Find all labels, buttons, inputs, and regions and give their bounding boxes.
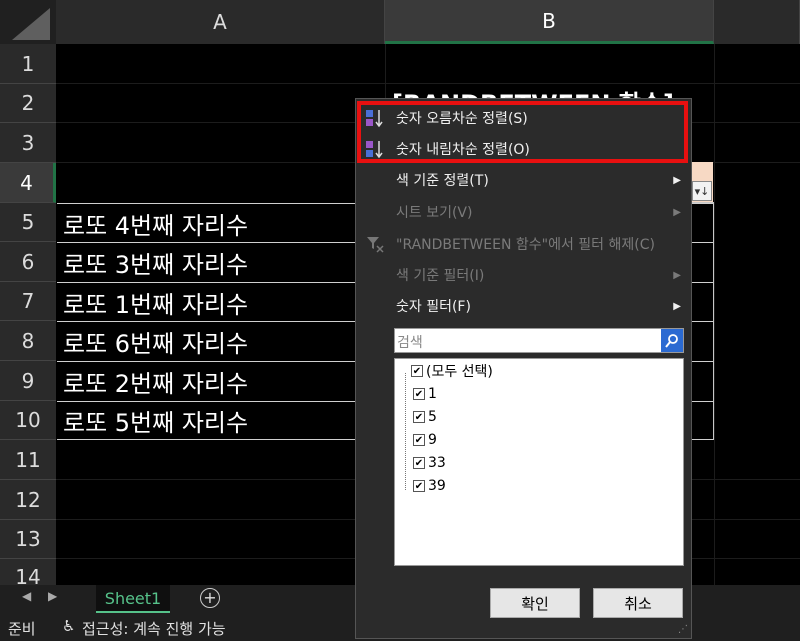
row-header-12[interactable]: 12 — [0, 480, 56, 520]
row-header-8[interactable]: 8 — [0, 321, 56, 361]
row-header-3[interactable]: 3 — [0, 123, 56, 163]
row-header-6[interactable]: 6 — [0, 242, 56, 282]
column-header-a[interactable]: A — [56, 0, 385, 44]
prev-sheet-icon[interactable]: ◀ — [22, 589, 31, 603]
row-header-2[interactable]: 2 — [0, 84, 56, 123]
checkbox-checked-icon[interactable]: ✔ — [413, 434, 425, 446]
checkbox-checked-icon[interactable]: ✔ — [411, 365, 423, 377]
checkbox-checked-icon[interactable]: ✔ — [413, 411, 425, 423]
submenu-arrow-icon: ▶ — [673, 206, 681, 218]
cancel-button[interactable]: 취소 — [593, 588, 683, 618]
row-header-9[interactable]: 9 — [0, 361, 56, 401]
list-item[interactable]: ✔ 33 — [413, 453, 446, 473]
row-header-14[interactable]: 14 — [0, 559, 56, 585]
add-sheet-icon[interactable]: + — [200, 588, 220, 608]
sheet-tab-sheet1[interactable]: Sheet1 — [96, 585, 170, 613]
highlight-box — [357, 101, 688, 163]
row-header-13[interactable]: 13 — [0, 520, 56, 559]
menu-filter-by-color: 색 기준 필터(I) ▶ — [396, 268, 681, 284]
submenu-arrow-icon: ▶ — [673, 174, 681, 186]
column-header-b[interactable]: B — [385, 0, 714, 44]
row-header-10[interactable]: 10 — [0, 401, 56, 440]
accessibility-icon[interactable]: ♿ — [62, 617, 80, 635]
checkbox-checked-icon[interactable]: ✔ — [413, 388, 425, 400]
list-item[interactable]: ✔ 39 — [413, 476, 446, 496]
menu-number-filter[interactable]: 숫자 필터(F) ▶ — [356, 291, 691, 321]
row-header-1[interactable]: 1 — [0, 44, 56, 84]
list-item[interactable]: ✔ (모두 선택) — [411, 361, 493, 381]
autofilter-menu: 숫자 오름차순 정렬(S) 숫자 내림차순 정렬(O) 색 기준 정렬(T) ▶… — [355, 98, 692, 639]
list-item[interactable]: ✔ 1 — [413, 384, 437, 404]
column-header-c[interactable] — [714, 0, 800, 44]
menu-sort-by-color[interactable]: 색 기준 정렬(T) ▶ — [356, 165, 691, 195]
row-header-4[interactable]: 4 — [0, 163, 56, 203]
menu-sheet-view: 시트 보기(V) ▶ — [396, 205, 681, 221]
row-header-5[interactable]: 5 — [0, 203, 56, 242]
row-header-11[interactable]: 11 — [0, 440, 56, 480]
submenu-arrow-icon: ▶ — [673, 300, 681, 312]
sort-filter-icon: ▾↓ — [694, 184, 710, 198]
filter-value-list: ✔ (모두 선택) ✔ 1 ✔ 5 ✔ 9 ✔ 33 ✔ 39 — [394, 358, 684, 566]
resize-grip-icon[interactable]: ⋰ — [678, 624, 688, 635]
ok-button[interactable]: 확인 — [490, 588, 580, 618]
row-header-7[interactable]: 7 — [0, 282, 56, 321]
menu-clear-filter: "RANDBETWEEN 함수"에서 필터 해제(C) — [356, 229, 691, 259]
submenu-arrow-icon: ▶ — [673, 269, 681, 281]
status-accessibility[interactable]: 접근성: 계속 진행 가능 — [82, 618, 226, 639]
filter-search-input[interactable]: 검색 — [394, 328, 684, 353]
filter-dropdown-button[interactable]: ▾↓ — [692, 181, 712, 201]
next-sheet-icon[interactable]: ▶ — [48, 589, 57, 603]
select-all-corner[interactable] — [0, 0, 56, 44]
search-icon[interactable] — [661, 329, 683, 352]
checkbox-checked-icon[interactable]: ✔ — [413, 457, 425, 469]
status-ready: 준비 — [8, 620, 36, 638]
list-item[interactable]: ✔ 5 — [413, 407, 437, 427]
checkbox-checked-icon[interactable]: ✔ — [413, 480, 425, 492]
list-item[interactable]: ✔ 9 — [413, 430, 437, 450]
clear-filter-icon — [364, 233, 386, 255]
